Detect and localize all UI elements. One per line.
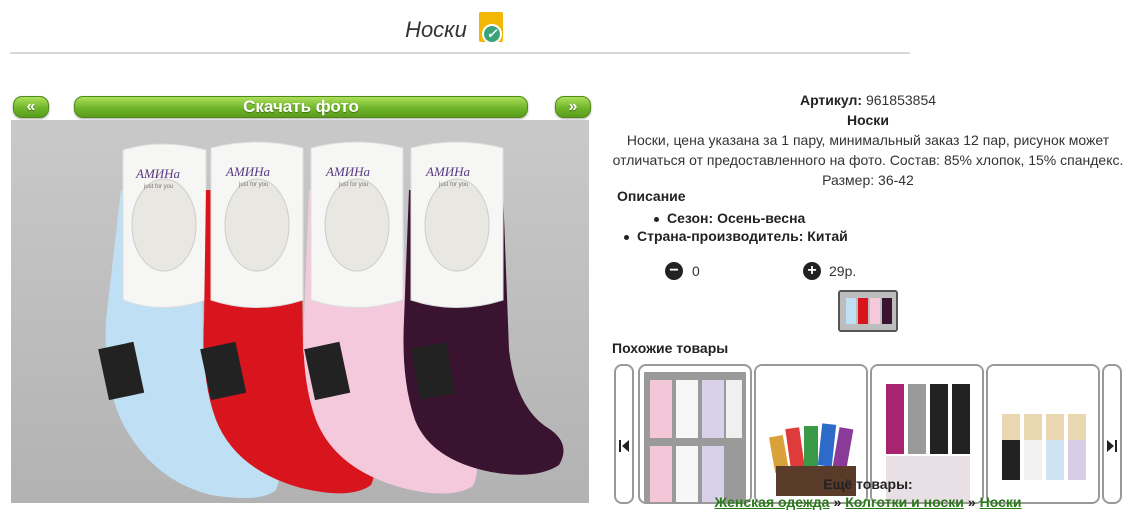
header-divider bbox=[10, 52, 910, 54]
package-brand-1: АМИНа bbox=[135, 166, 181, 181]
package-tagline-3: just for you bbox=[338, 182, 368, 188]
package-brand-4: АМИНа bbox=[425, 164, 471, 179]
quantity-value: 0 bbox=[692, 263, 700, 279]
property-list: Сезон: Осень-весна Страна-производитель:… bbox=[620, 209, 848, 245]
breadcrumb-separator: » bbox=[967, 494, 976, 510]
breadcrumb-link-tights-socks[interactable]: Колготки и носки bbox=[845, 494, 964, 510]
description-heading: Описание bbox=[617, 188, 686, 204]
article-value: 961853854 bbox=[865, 92, 937, 108]
similar-products-heading: Похожие товары bbox=[612, 340, 729, 356]
more-products-heading: Ещё товары: bbox=[823, 476, 913, 492]
photo-thumbnail[interactable] bbox=[838, 290, 898, 332]
article-line: Артикул: 961853854 bbox=[605, 90, 1131, 110]
product-info: Артикул: 961853854 Носки Носки, цена ука… bbox=[605, 90, 1131, 190]
bullet-icon bbox=[654, 216, 659, 222]
prev-photo-button[interactable]: « bbox=[13, 96, 49, 118]
bullet-icon bbox=[624, 234, 629, 240]
package-tagline-2: just for you bbox=[238, 182, 268, 188]
lavender-window-3 bbox=[324, 178, 390, 272]
product-photo[interactable]: АМИНа АМИНа АМИНа АМИНа just for you jus… bbox=[11, 120, 589, 503]
product-description: Носки, цена указана за 1 пару, минимальн… bbox=[612, 132, 1124, 188]
package-tagline-1: just for you bbox=[143, 184, 173, 190]
package-tagline-4: just for you bbox=[438, 182, 468, 188]
breadcrumb-link-socks[interactable]: Носки bbox=[980, 494, 1022, 510]
download-photo-button[interactable]: Скачать фото bbox=[74, 96, 528, 118]
skip-forward-icon bbox=[1107, 440, 1117, 452]
property-country: Страна-производитель: Китай bbox=[620, 227, 848, 245]
thumbnail-image bbox=[840, 292, 896, 330]
product-name: Носки bbox=[847, 112, 889, 128]
socks-illustration: АМИНа АМИНа АМИНа АМИНа just for you jus… bbox=[11, 120, 589, 503]
property-season: Сезон: Осень-весна bbox=[620, 209, 848, 227]
verified-badge-icon: ✓ bbox=[477, 12, 505, 48]
category-breadcrumb: Женская одежда» Колготки и носки» Носки bbox=[605, 494, 1131, 510]
page-title-text: Носки bbox=[405, 17, 467, 42]
package-brand-3: АМИНа bbox=[325, 164, 371, 179]
lavender-window-1 bbox=[131, 178, 197, 272]
skip-back-icon bbox=[619, 440, 629, 452]
next-photo-button[interactable]: » bbox=[555, 96, 591, 118]
increase-quantity-icon[interactable]: + bbox=[803, 262, 821, 280]
price-value: 29р. bbox=[829, 263, 857, 279]
lavender-window-4 bbox=[424, 178, 490, 272]
breadcrumb-link-women-clothing[interactable]: Женская одежда bbox=[714, 494, 829, 510]
article-label: Артикул: bbox=[799, 92, 863, 108]
package-brand-2: АМИНа bbox=[225, 164, 271, 179]
decrease-quantity-icon[interactable]: − bbox=[665, 262, 683, 280]
page-title: Носки ✓ bbox=[0, 12, 910, 48]
breadcrumb-separator: » bbox=[833, 494, 842, 510]
lavender-window-2 bbox=[224, 178, 290, 272]
